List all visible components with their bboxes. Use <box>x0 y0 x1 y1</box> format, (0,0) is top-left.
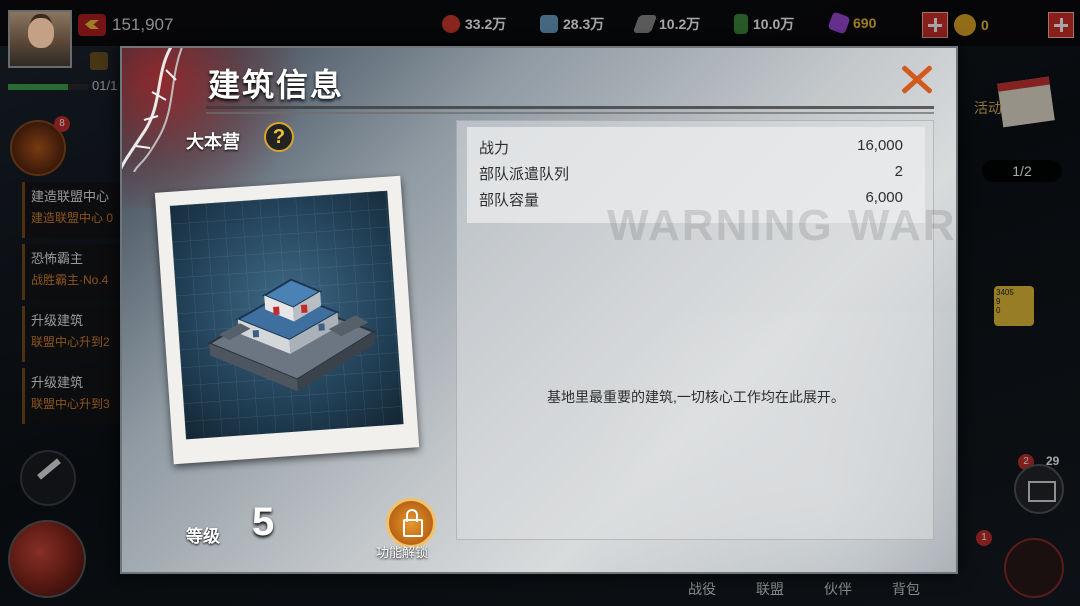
building-photo <box>154 175 420 465</box>
building-info-panel: WARNING WARNING 战力 16,000 部队派遣队列 2 部队容量 … <box>456 120 956 540</box>
stat-label: 部队派遣队列 <box>479 166 570 183</box>
help-button[interactable]: ? <box>264 122 294 152</box>
close-button[interactable] <box>894 58 938 102</box>
unlock-icon[interactable] <box>386 498 436 548</box>
title-divider <box>206 106 934 109</box>
level-value: 5 <box>252 500 275 544</box>
stat-label: 部队容量 <box>479 192 540 209</box>
unlock-label[interactable]: 功能解锁 <box>376 542 428 561</box>
stat-value: 2 <box>894 163 903 180</box>
stat-value: 16,000 <box>857 137 903 154</box>
title-divider <box>206 112 934 114</box>
stat-row: 部队派遣队列 2 <box>479 159 915 185</box>
player-avatar[interactable] <box>8 10 72 68</box>
building-name: 大本营 <box>186 132 240 152</box>
level-label: 等级 <box>186 527 220 546</box>
dialog-title: 建筑信息 <box>208 67 345 103</box>
building-description: 基地里最重要的建筑,一切核心工作均在此展开。 <box>547 389 845 405</box>
stat-row: 战力 16,000 <box>479 133 915 159</box>
building-image <box>169 190 404 440</box>
building-info-dialog: 建筑信息 大本营 ? 等级 5 功能解锁 WARNING WAR 战力 16,0… <box>120 46 958 574</box>
headquarters-icon <box>169 190 404 440</box>
watermark-text: WARNING WARNING <box>607 201 957 250</box>
stat-label: 战力 <box>479 140 510 157</box>
